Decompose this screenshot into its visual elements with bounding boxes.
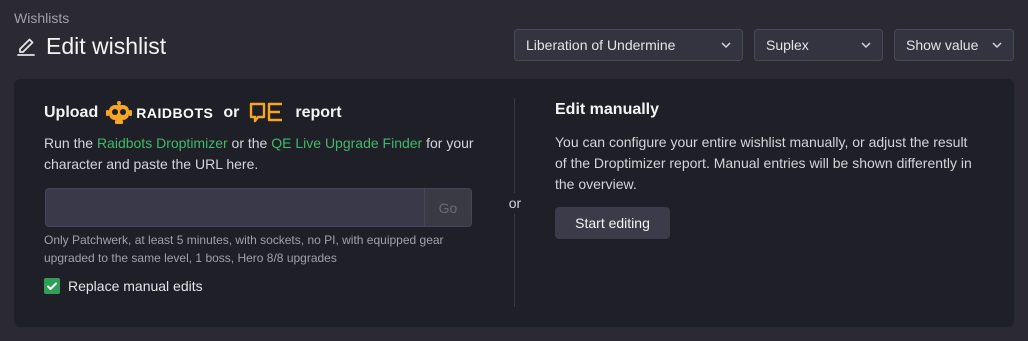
upload-heading: Upload RAIDBOTS or report [44, 101, 342, 125]
manual-description: You can configure your entire wishlist m… [555, 134, 972, 192]
filter-selects: Liberation of Undermine Suplex Show valu… [514, 29, 1014, 61]
qe-logo [249, 102, 285, 124]
raidbots-droptimizer-link[interactable]: Raidbots Droptimizer [97, 135, 228, 151]
chevron-down-icon [992, 42, 1002, 49]
raid-select-value: Liberation of Undermine [526, 37, 676, 53]
raid-select[interactable]: Liberation of Undermine [514, 29, 743, 61]
upload-heading-or: or [223, 104, 240, 121]
raidbots-robot-icon [106, 101, 133, 124]
display-mode-select-value: Show value [906, 37, 979, 53]
chevron-down-icon [721, 42, 731, 49]
start-editing-button[interactable]: Start editing [555, 207, 670, 239]
checkbox-checked-icon[interactable] [44, 278, 60, 294]
edit-icon [14, 35, 38, 59]
upload-heading-prefix: Upload [44, 104, 99, 121]
upload-instructions: Run the Raidbots Droptimizer or the QE L… [44, 133, 474, 175]
url-input-group: Go [45, 188, 472, 227]
instructions-text: or the [227, 135, 272, 151]
divider [514, 98, 515, 193]
divider [514, 214, 515, 307]
chevron-down-icon [861, 42, 871, 49]
checkbox-label: Replace manual edits [68, 278, 203, 294]
display-mode-select[interactable]: Show value [894, 29, 1014, 61]
replace-manual-edits-checkbox[interactable]: Replace manual edits [44, 278, 203, 294]
page-header: Edit wishlist [14, 33, 166, 60]
instructions-text: Run the [44, 135, 97, 151]
report-requirements-hint: Only Patchwerk, at least 5 minutes, with… [44, 233, 444, 265]
character-select-value: Suplex [766, 37, 809, 53]
qe-logo-icon [250, 102, 283, 123]
raidbots-logo-text: RAIDBOTS [136, 105, 214, 121]
qe-upgrade-finder-link[interactable]: QE Live Upgrade Finder [271, 135, 422, 151]
raidbots-logo: RAIDBOTS [106, 101, 213, 125]
character-select[interactable]: Suplex [754, 29, 883, 61]
manual-heading: Edit manually [555, 101, 660, 118]
or-separator: or [508, 195, 522, 211]
report-url-input[interactable] [45, 188, 424, 227]
upload-heading-suffix: report [295, 104, 342, 121]
go-button[interactable]: Go [424, 188, 472, 227]
breadcrumb[interactable]: Wishlists [14, 10, 69, 26]
page-title: Edit wishlist [46, 33, 167, 59]
wishlist-import-panel: Upload RAIDBOTS or report Run the Raidbo… [14, 79, 1014, 327]
